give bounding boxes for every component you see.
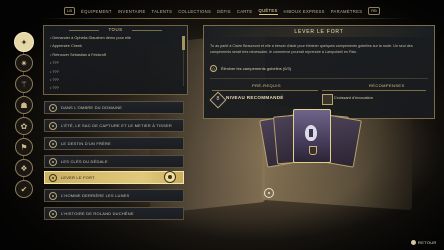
quest-marker-icon xyxy=(49,139,57,148)
quest-title: LEVER LE FORT xyxy=(204,27,434,37)
topnav-divider xyxy=(40,18,410,19)
quest-item[interactable]: L'HOMME DERRIÈRE LES LUNES xyxy=(44,189,184,202)
todo-scrollbar-thumb[interactable] xyxy=(182,36,185,50)
quest-item[interactable]: LES CLÉS DU DÉDALE xyxy=(44,155,184,168)
quest-item[interactable]: L'HISTOIRE DE ROLAND DUCHÊNE xyxy=(44,207,184,220)
tab-inventaire[interactable]: INVENTAIRE xyxy=(118,9,146,14)
recommended-level: NIVEAU RECOMMANDÉ xyxy=(226,95,284,100)
back-label: RETOUR xyxy=(418,239,437,245)
list-item[interactable]: ??? xyxy=(50,59,178,67)
quest-description: Tu as parlé à Claire Beaumont et elle a … xyxy=(210,44,413,54)
quest-label: LEVER LE FORT xyxy=(61,175,95,180)
prereq-heading: PRÉ-REQUIS xyxy=(252,83,281,88)
tab-equipement[interactable]: ÉQUIPEMENT xyxy=(81,9,112,14)
tab-talents[interactable]: TALENTS xyxy=(152,9,173,14)
quest-detail-panel: LEVER LE FORT Tu as parlé à Claire Beaum… xyxy=(203,25,435,119)
todo-panel: TOUS Demander à Ophelia Glaushen démo po… xyxy=(43,25,188,95)
compass-icon[interactable]: ✦ xyxy=(14,32,34,52)
tab-hiboux-express[interactable]: HIBOUX EXPRESS xyxy=(284,9,325,14)
quest-label: L'ÉTÉ, LE SAC DE CAPTURE ET LE METIER À … xyxy=(61,123,172,128)
quest-label: LES CLÉS DU DÉDALE xyxy=(61,159,108,164)
quest-marker-icon xyxy=(49,209,57,218)
tab-carte[interactable]: CARTE xyxy=(237,9,253,14)
beast-icon[interactable]: ✿ xyxy=(15,117,33,135)
list-item[interactable]: ??? xyxy=(50,76,178,84)
flag-icon[interactable]: ⚑ xyxy=(15,138,33,156)
objective-text: Éliminer les campements gobelins (0/3) xyxy=(221,65,292,71)
quest-item[interactable]: LE DESTIN D'UN FRÈRE xyxy=(44,137,184,150)
star-icon[interactable]: ✷ xyxy=(15,54,33,72)
todo-list: Demander à Ophelia Glaushen démo pour el… xyxy=(50,34,178,93)
detail-divider xyxy=(210,78,428,79)
quest-label: L'HISTOIRE DE ROLAND DUCHÊNE xyxy=(61,211,134,216)
back-key-icon xyxy=(411,239,416,245)
top-navigation: LB ÉQUIPEMENT INVENTAIRE TALENTS COLLECT… xyxy=(0,4,444,18)
quest-marker-icon xyxy=(49,103,57,112)
quest-item-selected[interactable]: LEVER LE FORT xyxy=(44,171,184,184)
quest-label: L'HOMME DERRIÈRE LES LUNES xyxy=(61,193,130,198)
tab-collections[interactable]: COLLECTIONS xyxy=(178,9,211,14)
rewards-heading: RÉCOMPENSES xyxy=(369,83,405,88)
quest-label: DANS L'OMBRE DU DOMAINE xyxy=(61,105,123,110)
quest-item[interactable]: DANS L'OMBRE DU DOMAINE xyxy=(44,101,184,114)
quest-marker-icon xyxy=(49,121,57,130)
quest-label: LE DESTIN D'UN FRÈRE xyxy=(61,141,111,146)
tab-quetes[interactable]: QUÊTES xyxy=(258,8,278,15)
quest-marker-icon xyxy=(49,157,57,166)
list-item[interactable]: ??? xyxy=(50,84,178,92)
shield-icon xyxy=(309,146,317,155)
todo-header: TOUS xyxy=(44,26,187,33)
tab-parametres[interactable]: PARAMÈTRES xyxy=(331,9,363,14)
back-button[interactable]: RETOUR xyxy=(411,238,437,246)
reward-name: Croissant d'invocation xyxy=(334,95,374,100)
book-icon[interactable]: ❖ xyxy=(15,159,33,177)
track-quest-icon[interactable] xyxy=(164,171,176,183)
quest-item[interactable]: L'ÉTÉ, LE SAC DE CAPTURE ET LE METIER À … xyxy=(44,119,184,132)
rewards-divider xyxy=(322,90,426,91)
check-icon[interactable]: ✔ xyxy=(15,180,33,198)
prev-tab-key[interactable]: LB xyxy=(64,7,76,15)
prereq-divider xyxy=(212,90,318,91)
level-badge-value: 8 xyxy=(216,96,220,102)
objective-icon: ◇ xyxy=(210,64,217,72)
list-item[interactable]: Demander à Ophelia Glaushen démo pour el… xyxy=(50,34,178,42)
reward-item-icon xyxy=(322,94,333,105)
list-item[interactable]: Apprendre Cheek xyxy=(50,42,178,50)
next-tab-key[interactable]: RB xyxy=(368,7,380,15)
cursor-icon xyxy=(264,188,274,198)
quest-marker-icon xyxy=(49,191,57,200)
quest-objective: ◇ Éliminer les campements gobelins (0/3) xyxy=(210,64,410,72)
list-item[interactable]: Retrouver Sebastian à Feldcroft xyxy=(50,51,178,59)
person-icon[interactable]: ☗ xyxy=(15,96,33,114)
wand-icon[interactable]: ⚚ xyxy=(15,75,33,93)
mask-emblem-icon xyxy=(305,125,317,141)
quest-marker-icon xyxy=(49,173,57,182)
list-item[interactable]: ??? xyxy=(50,68,178,76)
tab-defis[interactable]: DÉFIS xyxy=(217,9,231,14)
